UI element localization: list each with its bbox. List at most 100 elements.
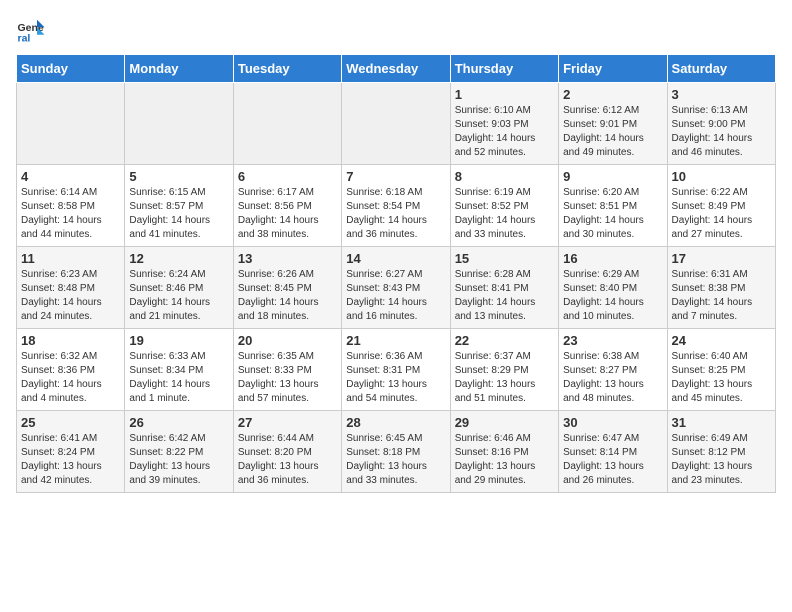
day-number: 2 [563,87,662,102]
day-info: Sunrise: 6:13 AM Sunset: 9:00 PM Dayligh… [672,104,771,160]
calendar-cell: 18 Sunrise: 6:32 AM Sunset: 8:36 PM Dayli… [17,329,125,411]
calendar-cell [342,83,450,165]
calendar-week-row: 18 Sunrise: 6:32 AM Sunset: 8:36 PM Dayli… [17,329,776,411]
day-number: 9 [563,169,662,184]
day-number: 5 [129,169,228,184]
calendar-week-row: 11Sunrise: 6:23 AM Sunset: 8:48 PM Dayli… [17,247,776,329]
day-number: 17 [672,251,771,266]
day-number: 21 [346,333,445,348]
calendar-cell [233,83,341,165]
day-info: Sunrise: 6:23 AM Sunset: 8:48 PM Dayligh… [21,268,120,324]
calendar-cell: 2 Sunrise: 6:12 AM Sunset: 9:01 PM Daylig… [559,83,667,165]
calendar-header: SundayMondayTuesdayWednesdayThursdayFrid… [17,55,776,83]
calendar-cell: 17 Sunrise: 6:31 AM Sunset: 8:38 PM Dayli… [667,247,775,329]
day-number: 27 [238,415,337,430]
day-info: Sunrise: 6:20 AM Sunset: 8:51 PM Dayligh… [563,186,662,242]
day-of-week-header: Tuesday [233,55,341,83]
day-number: 3 [672,87,771,102]
calendar-cell: 25 Sunrise: 6:41 AM Sunset: 8:24 PM Dayli… [17,411,125,493]
day-number: 30 [563,415,662,430]
day-of-week-header: Saturday [667,55,775,83]
day-info: Sunrise: 6:19 AM Sunset: 8:52 PM Dayligh… [455,186,554,242]
calendar-cell [125,83,233,165]
day-number: 23 [563,333,662,348]
day-info: Sunrise: 6:38 AM Sunset: 8:27 PM Dayligh… [563,350,662,406]
day-info: Sunrise: 6:41 AM Sunset: 8:24 PM Dayligh… [21,432,120,488]
day-of-week-header: Wednesday [342,55,450,83]
day-number: 16 [563,251,662,266]
day-info: Sunrise: 6:45 AM Sunset: 8:18 PM Dayligh… [346,432,445,488]
calendar-cell: 4 Sunrise: 6:14 AM Sunset: 8:58 PM Daylig… [17,165,125,247]
day-number: 26 [129,415,228,430]
calendar-cell: 5Sunrise: 6:15 AM Sunset: 8:57 PM Daylig… [125,165,233,247]
day-number: 19 [129,333,228,348]
logo: Gene ral [16,16,50,46]
calendar-cell: 22 Sunrise: 6:37 AM Sunset: 8:29 PM Dayli… [450,329,558,411]
day-info: Sunrise: 6:14 AM Sunset: 8:58 PM Dayligh… [21,186,120,242]
calendar-cell: 19 Sunrise: 6:33 AM Sunset: 8:34 PM Dayli… [125,329,233,411]
calendar-week-row: 4 Sunrise: 6:14 AM Sunset: 8:58 PM Daylig… [17,165,776,247]
day-number: 15 [455,251,554,266]
day-info: Sunrise: 6:27 AM Sunset: 8:43 PM Dayligh… [346,268,445,324]
calendar-cell: 13 Sunrise: 6:26 AM Sunset: 8:45 PM Dayli… [233,247,341,329]
calendar-cell: 24 Sunrise: 6:40 AM Sunset: 8:25 PM Dayli… [667,329,775,411]
day-info: Sunrise: 6:33 AM Sunset: 8:34 PM Dayligh… [129,350,228,406]
day-info: Sunrise: 6:28 AM Sunset: 8:41 PM Dayligh… [455,268,554,324]
day-of-week-header: Friday [559,55,667,83]
calendar-cell: 7 Sunrise: 6:18 AM Sunset: 8:54 PM Daylig… [342,165,450,247]
day-of-week-header: Monday [125,55,233,83]
calendar-cell: 10 Sunrise: 6:22 AM Sunset: 8:49 PM Dayli… [667,165,775,247]
day-info: Sunrise: 6:22 AM Sunset: 8:49 PM Dayligh… [672,186,771,242]
day-info: Sunrise: 6:10 AM Sunset: 9:03 PM Dayligh… [455,104,554,160]
day-of-week-header: Sunday [17,55,125,83]
day-number: 18 [21,333,120,348]
calendar-week-row: 25 Sunrise: 6:41 AM Sunset: 8:24 PM Dayli… [17,411,776,493]
calendar-cell: 9 Sunrise: 6:20 AM Sunset: 8:51 PM Daylig… [559,165,667,247]
calendar-cell: 12Sunrise: 6:24 AM Sunset: 8:46 PM Dayli… [125,247,233,329]
day-info: Sunrise: 6:12 AM Sunset: 9:01 PM Dayligh… [563,104,662,160]
calendar-cell: 15 Sunrise: 6:28 AM Sunset: 8:41 PM Dayli… [450,247,558,329]
day-number: 22 [455,333,554,348]
day-info: Sunrise: 6:17 AM Sunset: 8:56 PM Dayligh… [238,186,337,242]
calendar-cell: 20Sunrise: 6:35 AM Sunset: 8:33 PM Dayli… [233,329,341,411]
header: Gene ral [16,16,776,46]
day-number: 1 [455,87,554,102]
calendar-cell: 14Sunrise: 6:27 AM Sunset: 8:43 PM Dayli… [342,247,450,329]
calendar-cell: 21 Sunrise: 6:36 AM Sunset: 8:31 PM Dayli… [342,329,450,411]
day-number: 7 [346,169,445,184]
day-info: Sunrise: 6:44 AM Sunset: 8:20 PM Dayligh… [238,432,337,488]
calendar-cell: 6 Sunrise: 6:17 AM Sunset: 8:56 PM Daylig… [233,165,341,247]
day-info: Sunrise: 6:18 AM Sunset: 8:54 PM Dayligh… [346,186,445,242]
day-number: 10 [672,169,771,184]
day-info: Sunrise: 6:29 AM Sunset: 8:40 PM Dayligh… [563,268,662,324]
calendar-cell: 1 Sunrise: 6:10 AM Sunset: 9:03 PM Daylig… [450,83,558,165]
day-info: Sunrise: 6:36 AM Sunset: 8:31 PM Dayligh… [346,350,445,406]
day-info: Sunrise: 6:31 AM Sunset: 8:38 PM Dayligh… [672,268,771,324]
day-info: Sunrise: 6:26 AM Sunset: 8:45 PM Dayligh… [238,268,337,324]
calendar-cell: 16 Sunrise: 6:29 AM Sunset: 8:40 PM Dayli… [559,247,667,329]
day-info: Sunrise: 6:32 AM Sunset: 8:36 PM Dayligh… [21,350,120,406]
day-info: Sunrise: 6:24 AM Sunset: 8:46 PM Dayligh… [129,268,228,324]
day-number: 25 [21,415,120,430]
day-number: 13 [238,251,337,266]
calendar-cell: 27 Sunrise: 6:44 AM Sunset: 8:20 PM Dayli… [233,411,341,493]
calendar-cell: 8 Sunrise: 6:19 AM Sunset: 8:52 PM Daylig… [450,165,558,247]
calendar-cell: 23 Sunrise: 6:38 AM Sunset: 8:27 PM Dayli… [559,329,667,411]
calendar-cell: 30 Sunrise: 6:47 AM Sunset: 8:14 PM Dayli… [559,411,667,493]
day-number: 6 [238,169,337,184]
day-number: 4 [21,169,120,184]
day-number: 24 [672,333,771,348]
day-number: 29 [455,415,554,430]
day-info: Sunrise: 6:47 AM Sunset: 8:14 PM Dayligh… [563,432,662,488]
calendar-cell: 28Sunrise: 6:45 AM Sunset: 8:18 PM Dayli… [342,411,450,493]
day-number: 31 [672,415,771,430]
calendar-cell [17,83,125,165]
logo-icon: Gene ral [16,16,46,46]
day-info: Sunrise: 6:40 AM Sunset: 8:25 PM Dayligh… [672,350,771,406]
day-number: 8 [455,169,554,184]
calendar-cell: 29 Sunrise: 6:46 AM Sunset: 8:16 PM Dayli… [450,411,558,493]
day-info: Sunrise: 6:37 AM Sunset: 8:29 PM Dayligh… [455,350,554,406]
calendar-cell: 11Sunrise: 6:23 AM Sunset: 8:48 PM Dayli… [17,247,125,329]
calendar-body: 1 Sunrise: 6:10 AM Sunset: 9:03 PM Daylig… [17,83,776,493]
day-info: Sunrise: 6:46 AM Sunset: 8:16 PM Dayligh… [455,432,554,488]
